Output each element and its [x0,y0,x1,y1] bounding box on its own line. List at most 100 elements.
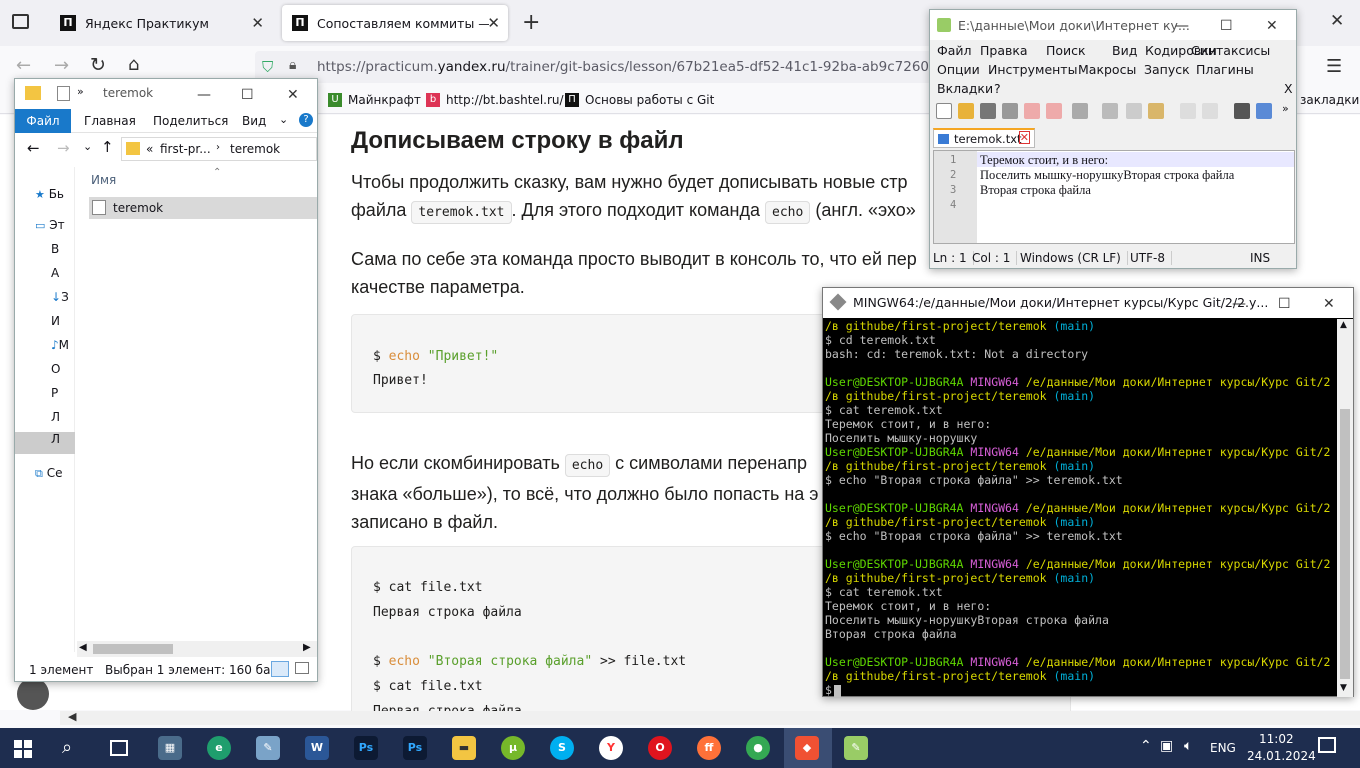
file-item-teremok[interactable]: teremok [89,197,317,219]
yandex-browser-icon[interactable]: Y [599,736,623,760]
scroll-thumb[interactable] [1340,409,1350,679]
notepad-plus-icon[interactable]: ✎ [844,736,868,760]
nav-item[interactable]: ⧉ Се [35,466,75,488]
cut-icon[interactable] [1102,103,1118,119]
paint-icon[interactable]: ✎ [256,736,280,760]
overflow-icon[interactable]: » [77,85,84,98]
column-header[interactable]: Имя ⌃ [91,167,317,195]
terminal-scrollbar[interactable]: ▲ ▼ [1337,319,1353,697]
save-icon[interactable] [980,103,996,119]
up-icon[interactable]: ↑ [101,138,114,156]
new-tab-icon[interactable]: + [522,10,540,35]
clock-time[interactable]: 11:02 [1259,732,1294,746]
save-all-icon[interactable] [1002,103,1018,119]
skype-icon[interactable]: S [550,736,574,760]
utorrent-icon[interactable]: µ [501,736,525,760]
maximize-icon[interactable]: ☐ [1220,18,1233,34]
menu-run[interactable]: Запуск [1144,62,1190,77]
horizontal-scrollbar[interactable]: ◀ [60,710,1360,725]
forward-icon[interactable]: → [54,55,69,76]
shield-icon[interactable]: ⛉ [262,58,273,76]
chevron-down-icon[interactable]: ⌄ [279,113,288,126]
scroll-up-icon[interactable]: ▲ [1340,320,1347,330]
path-segment[interactable]: « [146,142,153,156]
other-bookmarks[interactable]: закладки [1300,93,1359,107]
chrome-icon[interactable]: ● [746,736,770,760]
editor-area[interactable]: 1 2 3 4 Теремок стоит, и в него: Поселит… [933,150,1295,244]
path-segment[interactable]: first-pr... [160,142,211,156]
menu-icon[interactable]: ☰ [1326,56,1342,77]
maximize-icon[interactable]: ☐ [1278,296,1291,312]
properties-icon[interactable] [57,86,70,101]
browser-close-icon[interactable]: ✕ [1330,11,1344,31]
menu-search[interactable]: Поиск [1046,43,1086,58]
explorer-titlebar[interactable]: » teremok — ☐ ✕ [15,79,317,109]
redo-icon[interactable] [1202,103,1218,119]
photoshop-2-icon[interactable]: Ps [403,736,427,760]
back-icon[interactable]: ← [27,139,40,157]
nav-item-selected[interactable]: Л [15,432,75,454]
photoshop-icon[interactable]: Ps [354,736,378,760]
scroll-left-icon[interactable]: ◀ [68,710,76,723]
terminal-output[interactable]: /в githube/first-project/teremok (main) … [823,319,1337,697]
menu-file[interactable]: Файл [937,43,972,58]
close-tab-icon[interactable]: ✕ [1018,131,1030,144]
nav-item[interactable]: ▭ Эт [35,218,75,240]
word-icon[interactable]: W [305,736,329,760]
git-bash-icon[interactable]: ◆ [795,736,819,760]
chevron-down-icon[interactable]: ⌄ [83,140,92,153]
find-icon[interactable] [1234,103,1250,119]
help-icon[interactable]: ? [299,113,313,127]
open-file-icon[interactable] [958,103,974,119]
notifications-icon[interactable] [1318,737,1336,753]
tray-overflow-icon[interactable]: ⌃ [1140,738,1152,754]
bookmark-bashtel[interactable]: b http://bt.bashtel.ru/ [426,93,564,107]
task-view-icon[interactable] [110,740,128,756]
nav-item[interactable]: А [51,266,91,288]
menu-macros[interactable]: Макросы [1078,62,1136,77]
opera-icon[interactable]: O [648,736,672,760]
large-icons-view-icon[interactable] [295,662,309,674]
search-icon[interactable]: ⌕ [62,737,72,758]
paste-icon[interactable] [1148,103,1164,119]
start-icon[interactable] [14,740,32,758]
path-box[interactable]: « first-pr... › teremok [121,137,317,161]
reload-icon[interactable]: ↻ [90,54,106,76]
file-tab-teremok[interactable]: teremok.txt ✕ [933,128,1035,148]
nav-item[interactable]: ★ Бь [35,187,75,209]
notepad-titlebar[interactable]: E:\данные\Мои доки\Интернет ку... — ☐ ✕ [930,10,1296,40]
close-icon[interactable]: ✕ [1323,296,1335,312]
close-file-icon[interactable] [1024,103,1040,119]
close-all-icon[interactable] [1046,103,1062,119]
maximize-icon[interactable]: ☐ [241,87,254,103]
nav-item[interactable]: И [51,314,91,336]
menu-syntax[interactable]: Синтаксисы [1191,43,1270,58]
print-icon[interactable] [1072,103,1088,119]
close-tab-icon[interactable]: ✕ [251,14,264,32]
bookmark-git-basics[interactable]: П Основы работы с Git [565,93,714,107]
language-indicator[interactable]: ENG [1210,741,1236,755]
scroll-left-icon[interactable]: ◀ [79,642,87,653]
file-tab[interactable]: Файл [15,109,71,133]
avatar[interactable] [17,678,49,710]
back-icon[interactable]: ← [16,55,31,76]
copy-icon[interactable] [1126,103,1142,119]
close-icon[interactable]: ✕ [1266,18,1278,34]
menu-view[interactable]: Вид [1112,43,1137,58]
path-segment[interactable]: teremok [230,142,280,156]
scroll-thumb[interactable] [93,644,173,654]
menu-edit[interactable]: Правка [980,43,1028,58]
network-icon[interactable]: ▣ [1160,738,1173,754]
nav-item[interactable]: Р [51,386,91,408]
tab-list-icon[interactable] [12,14,29,29]
close-doc-icon[interactable]: X [1284,81,1293,96]
undo-icon[interactable] [1180,103,1196,119]
nav-item[interactable]: ♪М [51,338,91,360]
lock-icon[interactable]: 🔒︎ [289,57,296,73]
nav-item[interactable]: В [51,242,91,264]
nav-item[interactable]: ↓З [51,290,91,312]
menu-tools[interactable]: Инструменты [988,62,1077,77]
minimize-icon[interactable]: — [197,87,211,103]
view-tab[interactable]: Вид [242,114,266,128]
home-icon[interactable]: ⌂ [128,54,139,75]
